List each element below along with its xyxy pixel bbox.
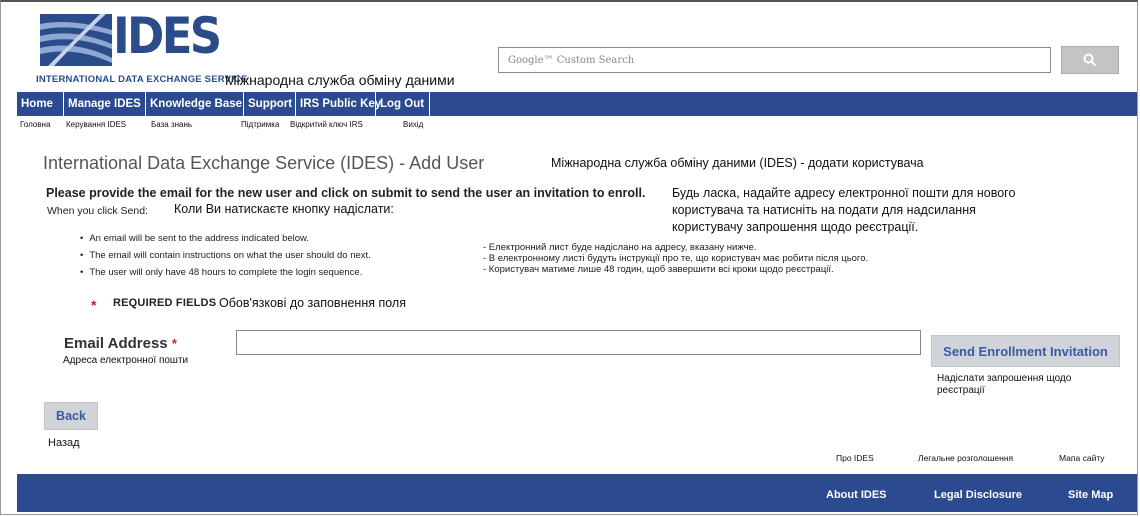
bullet-item: An email will be sent to the address ind… [80,233,309,244]
footer-link-site-map[interactable]: Site Map [1068,489,1113,501]
nav-knowledge-base[interactable]: Knowledge Base [146,92,244,116]
instruction-translation: Будь ласка, надайте адресу електронної п… [672,186,1016,234]
main-nav: Home Manage IDES Knowledge Base Support … [17,92,1137,116]
search-placeholder: Google™ Custom Search [508,55,635,66]
page-title-translation: Міжнародна служба обміну даними (IDES) -… [551,156,924,170]
nav-home[interactable]: Home [17,92,64,116]
ides-logo-icon [40,14,112,66]
email-required-star: * [171,336,177,351]
footer-link-about-ides[interactable]: About IDES [826,489,887,501]
footer-legal-translation: Легальне розголошення [918,453,1014,463]
required-fields-label: REQUIRED FIELDS [113,297,217,309]
when-you-click-label: When you click Send: [47,205,148,217]
email-label-translation: Адреса електронної пошти [63,355,189,366]
logo-subtitle: INTERNATIONAL DATA EXCHANGE SERVICE [36,74,248,85]
footer-about-translation: Про IDES [836,453,874,463]
bullet-translation: - Користувач матиме лише 48 годин, щоб з… [483,264,834,275]
bullet-translation: - В електронному листі будуть інструкції… [483,253,869,264]
back-button[interactable]: Back [44,402,98,430]
logo-wordmark: IDES [113,7,222,65]
nav-manage-ides[interactable]: Manage IDES [64,92,146,116]
instruction-text: Please provide the email for the new use… [46,186,646,200]
search-icon [1083,53,1097,67]
nav-manage-ides-translation: Керування IDES [66,120,127,129]
footer-link-legal-disclosure[interactable]: Legal Disclosure [934,489,1022,501]
email-label-text: Email Address [64,335,168,352]
required-fields-translation: Обов'язкові до заповнення поля [219,296,406,310]
email-input[interactable] [236,330,921,355]
nav-home-translation: Головна [20,120,51,129]
page-title: International Data Exchange Service (IDE… [43,153,485,173]
bullet-item: The user will only have 48 hours to comp… [80,267,362,278]
email-label: Email Address * [64,335,177,352]
nav-support[interactable]: Support [244,92,296,116]
send-button-translation: Надіслати запрошення щодо реєстрації [937,373,1072,396]
nav-irs-public-key-translation: Відкритий ключ IRS [290,120,363,129]
nav-support-translation: Підтримка [241,120,280,129]
nav-irs-public-key[interactable]: IRS Public Key [296,92,381,116]
nav-log-out[interactable]: Log Out [376,92,430,116]
back-button-translation: Назад [48,437,80,449]
nav-knowledge-base-translation: База знань [151,120,193,129]
footer-sitemap-translation: Мапа сайту [1059,453,1105,463]
bullet-item: The email will contain instructions on w… [80,250,370,261]
required-star: * [91,297,97,313]
when-you-click-translation: Коли Ви натискаєте кнопку надіслати: [174,202,394,216]
search-button[interactable] [1061,46,1119,74]
bullet-translation: - Електронний лист буде надіслано на адр… [483,242,757,253]
nav-log-out-translation: Вихід [403,120,424,129]
logo-translation: Міжнародна служба обміну даними [225,72,455,88]
send-enrollment-invitation-button[interactable]: Send Enrollment Invitation [931,335,1120,367]
